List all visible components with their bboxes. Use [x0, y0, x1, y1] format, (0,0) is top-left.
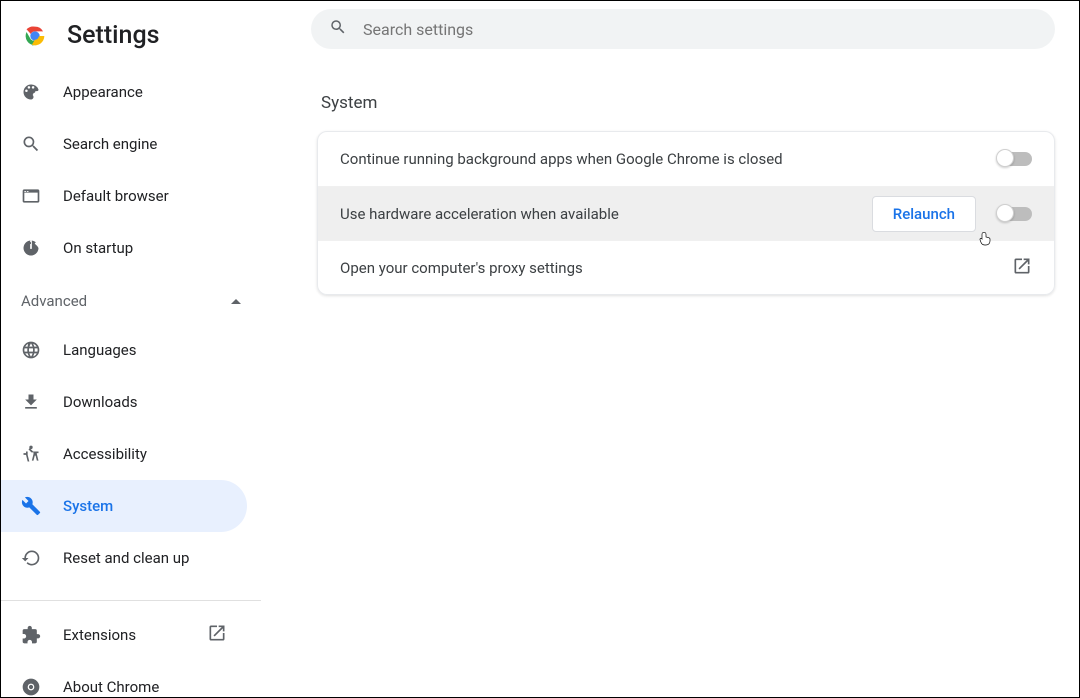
row-proxy-settings[interactable]: Open your computer's proxy settings: [318, 240, 1054, 294]
section-title: System: [321, 93, 1055, 113]
wrench-icon: [21, 496, 41, 516]
chevron-up-icon: [231, 299, 241, 304]
search-icon: [329, 18, 347, 40]
relaunch-button[interactable]: Relaunch: [872, 196, 976, 232]
accessibility-icon: [21, 444, 41, 464]
sidebar-item-label: About Chrome: [63, 678, 159, 696]
sidebar-item-extensions[interactable]: Extensions: [1, 609, 247, 661]
row-label: Open your computer's proxy settings: [340, 259, 583, 277]
sidebar-item-about[interactable]: About Chrome: [1, 661, 247, 697]
sidebar-item-search-engine[interactable]: Search engine: [1, 118, 247, 170]
row-label: Use hardware acceleration when available: [340, 205, 619, 223]
advanced-section-toggle[interactable]: Advanced: [1, 274, 261, 324]
palette-icon: [21, 82, 41, 102]
sidebar-item-languages[interactable]: Languages: [1, 324, 247, 376]
search-input[interactable]: [363, 20, 1037, 39]
external-link-icon: [1012, 256, 1032, 280]
external-link-icon: [207, 623, 227, 647]
sidebar-item-label: Default browser: [63, 187, 169, 205]
sidebar[interactable]: Settings Appearance Search engine Defaul…: [1, 1, 261, 697]
sidebar-item-label: On startup: [63, 239, 133, 257]
restore-icon: [21, 548, 41, 568]
sidebar-item-reset[interactable]: Reset and clean up: [1, 532, 247, 584]
download-icon: [21, 392, 41, 412]
sidebar-item-label: Downloads: [63, 393, 138, 411]
row-hardware-acceleration[interactable]: Use hardware acceleration when available…: [318, 186, 1054, 240]
sidebar-item-label: Search engine: [63, 135, 157, 153]
browser-icon: [21, 186, 41, 206]
advanced-label: Advanced: [21, 292, 87, 310]
sidebar-item-system[interactable]: System: [1, 480, 247, 532]
sidebar-item-label: Languages: [63, 341, 137, 359]
sidebar-item-downloads[interactable]: Downloads: [1, 376, 247, 428]
system-settings-card: Continue running background apps when Go…: [317, 131, 1055, 295]
row-background-apps[interactable]: Continue running background apps when Go…: [318, 132, 1054, 186]
settings-header: Settings: [1, 9, 261, 66]
globe-icon: [21, 340, 41, 360]
sidebar-item-label: Extensions: [63, 626, 136, 644]
chrome-logo-icon: [21, 22, 49, 50]
sidebar-item-on-startup[interactable]: On startup: [1, 222, 247, 274]
sidebar-item-label: Reset and clean up: [63, 549, 189, 567]
main-content: System Continue running background apps …: [261, 1, 1079, 697]
divider: [1, 600, 261, 601]
extension-icon: [21, 625, 41, 645]
sidebar-item-accessibility[interactable]: Accessibility: [1, 428, 247, 480]
sidebar-item-label: Accessibility: [63, 445, 147, 463]
page-title: Settings: [67, 21, 160, 50]
sidebar-item-label: System: [63, 497, 113, 515]
power-icon: [21, 238, 41, 258]
sidebar-item-label: Appearance: [63, 83, 143, 101]
toggle-background-apps[interactable]: [998, 152, 1032, 166]
chrome-icon: [21, 677, 41, 697]
sidebar-item-default-browser[interactable]: Default browser: [1, 170, 247, 222]
search-bar[interactable]: [311, 9, 1055, 49]
toggle-hardware-acceleration[interactable]: [998, 207, 1032, 221]
sidebar-item-appearance[interactable]: Appearance: [1, 66, 247, 118]
row-label: Continue running background apps when Go…: [340, 150, 783, 168]
search-icon: [21, 134, 41, 154]
